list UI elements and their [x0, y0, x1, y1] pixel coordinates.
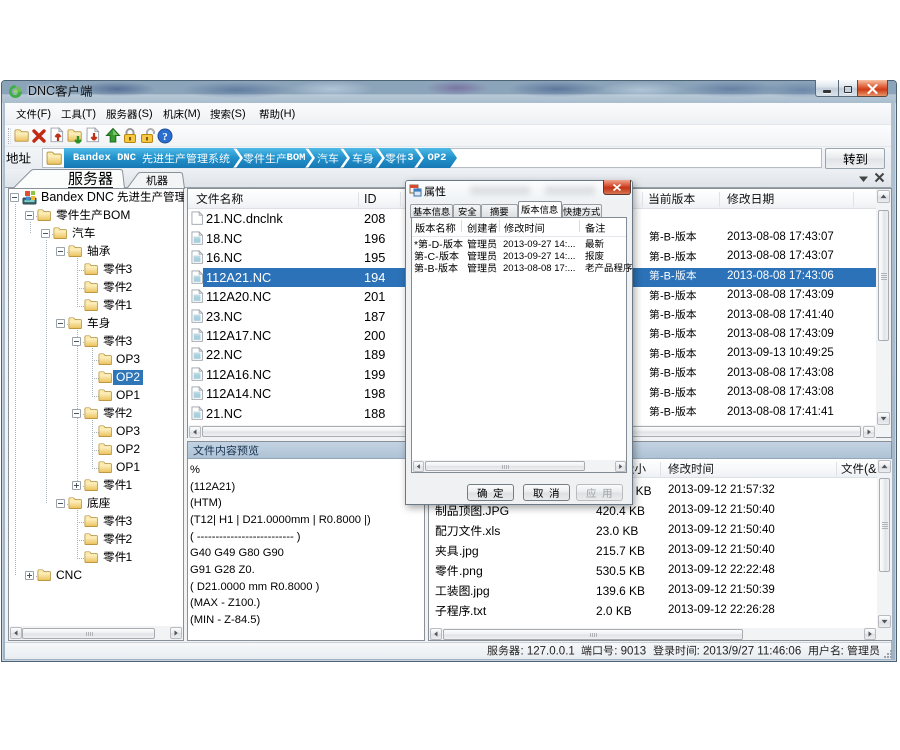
- svg-text:?: ?: [162, 131, 168, 143]
